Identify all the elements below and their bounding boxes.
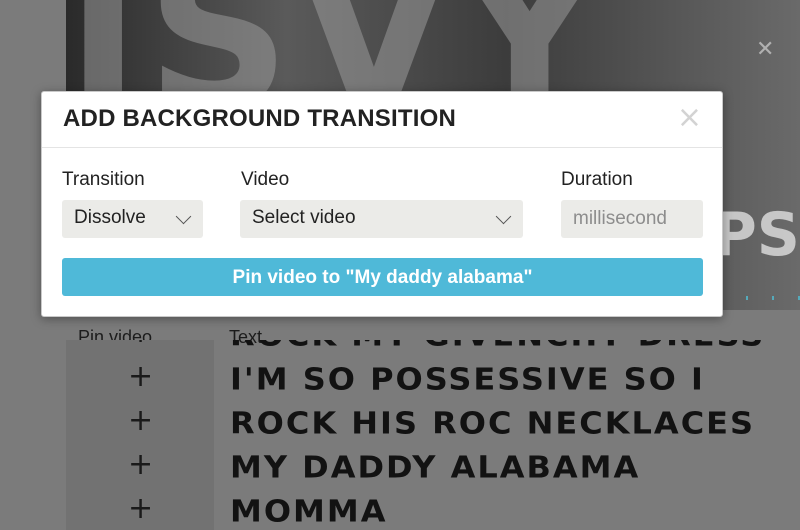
lyric-text: My daddy Alabama bbox=[230, 448, 641, 486]
table-row: + Rock his Roc necklaces bbox=[66, 402, 800, 446]
plus-icon[interactable]: + bbox=[128, 340, 153, 348]
video-close-icon: ✕ bbox=[756, 36, 775, 61]
table-row: + My daddy Alabama bbox=[66, 446, 800, 490]
transition-selected-value: Dissolve bbox=[74, 207, 146, 228]
lyrics-table: + Rock my Givenchy dress + I'm so posses… bbox=[66, 340, 800, 530]
pin-cell: + bbox=[66, 490, 214, 530]
duration-input[interactable] bbox=[561, 200, 703, 238]
lyric-text: Momma bbox=[230, 492, 388, 530]
plus-icon[interactable]: + bbox=[128, 362, 153, 392]
plus-icon[interactable]: + bbox=[128, 494, 153, 524]
chevron-down-icon bbox=[175, 208, 192, 225]
pin-cell: + bbox=[66, 340, 214, 358]
pin-video-button[interactable]: Pin video to "My daddy alabama" bbox=[62, 258, 703, 296]
chevron-down-icon bbox=[495, 208, 512, 225]
lyric-text: I'm so possessive so I bbox=[230, 360, 705, 398]
pin-cell: + bbox=[66, 446, 214, 490]
pin-cell: + bbox=[66, 358, 214, 402]
table-row: + I'm so possessive so I bbox=[66, 358, 800, 402]
video-select[interactable]: Select video bbox=[240, 200, 523, 238]
modal-header: ADD BACKGROUND TRANSITION × bbox=[42, 92, 722, 148]
pin-cell: + bbox=[66, 402, 214, 446]
lyric-text: Rock his Roc necklaces bbox=[230, 404, 756, 442]
video-selected-value: Select video bbox=[252, 207, 356, 228]
modal-title: ADD BACKGROUND TRANSITION bbox=[63, 105, 456, 132]
plus-icon[interactable]: + bbox=[128, 406, 153, 436]
add-background-transition-modal: ADD BACKGROUND TRANSITION × Transition V… bbox=[41, 91, 723, 317]
transition-label: Transition bbox=[62, 169, 145, 190]
video-frame-graphic-side: PS bbox=[712, 200, 800, 270]
table-row: + Rock my Givenchy dress bbox=[66, 340, 800, 358]
transition-select[interactable]: Dissolve bbox=[62, 200, 203, 238]
table-row: + Momma bbox=[66, 490, 800, 530]
close-icon[interactable]: × bbox=[677, 103, 702, 133]
duration-label: Duration bbox=[561, 169, 633, 190]
plus-icon[interactable]: + bbox=[128, 450, 153, 480]
lyric-text: Rock my Givenchy dress bbox=[230, 340, 765, 353]
video-label: Video bbox=[241, 169, 290, 190]
timeline-strip bbox=[720, 296, 800, 300]
